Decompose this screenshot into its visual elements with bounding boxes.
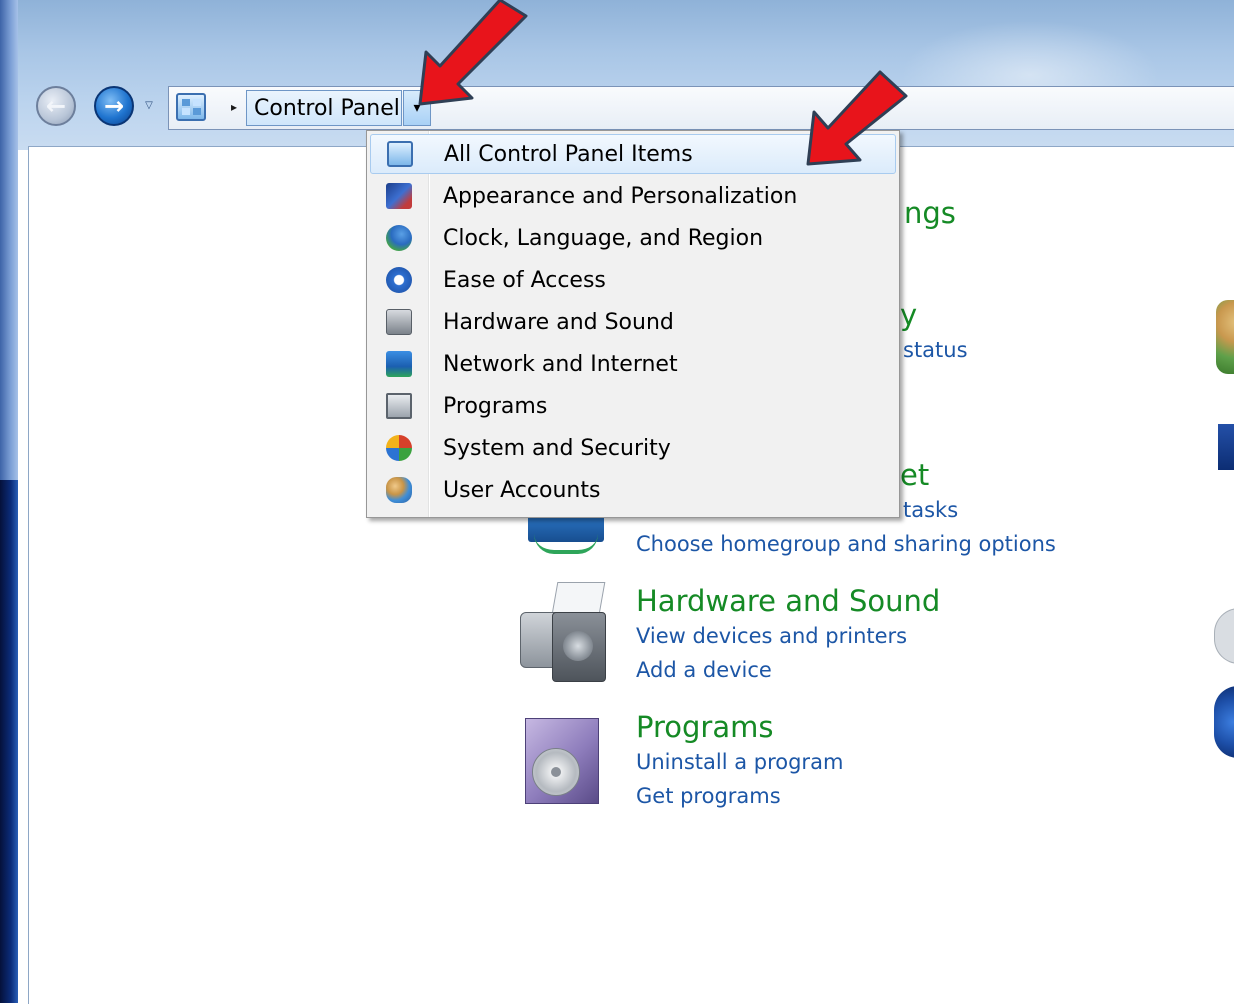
menu-item-label: Hardware and Sound: [443, 309, 674, 335]
ease-of-access-icon: [1214, 686, 1234, 758]
menu-item-label: Ease of Access: [443, 267, 606, 293]
clock-globe-icon: [386, 225, 412, 251]
category-title-fragment[interactable]: et: [900, 458, 929, 492]
menu-item-ease-of-access[interactable]: Ease of Access: [370, 260, 896, 300]
programs-icon: [386, 393, 412, 419]
menu-item-system-security[interactable]: System and Security: [370, 428, 896, 468]
category-link-fragment[interactable]: status: [903, 338, 968, 362]
menu-item-label: Appearance and Personalization: [443, 183, 798, 209]
menu-item-clock-language-region[interactable]: Clock, Language, and Region: [370, 218, 896, 258]
appearance-monitor-icon: [1218, 424, 1234, 470]
forward-button[interactable]: →: [94, 86, 134, 126]
category-title-fragment[interactable]: ngs: [904, 196, 956, 230]
menu-item-label: User Accounts: [443, 477, 601, 503]
forward-arrow-icon: →: [103, 92, 125, 120]
back-arrow-icon: ←: [45, 92, 67, 120]
dropdown-arrow-icon: ▾: [413, 100, 421, 116]
network-cable-icon: [534, 534, 598, 554]
hardware-icon: [386, 309, 412, 335]
network-icon: [386, 351, 412, 377]
menu-item-label: Programs: [443, 393, 548, 419]
category-title-fragment[interactable]: y: [900, 298, 917, 332]
window-left-frame-highlight: [0, 0, 18, 480]
link-get-programs[interactable]: Get programs: [636, 784, 781, 808]
menu-item-label: System and Security: [443, 435, 671, 461]
chevron-right-icon: ▸: [230, 100, 238, 114]
menu-item-user-accounts[interactable]: User Accounts: [370, 470, 896, 510]
recent-pages-button[interactable]: ▽: [142, 98, 156, 112]
category-title-hardware[interactable]: Hardware and Sound: [636, 584, 940, 618]
menu-item-all-control-panel-items[interactable]: All Control Panel Items: [370, 134, 896, 174]
menu-item-hardware-sound[interactable]: Hardware and Sound: [370, 302, 896, 342]
category-link-fragment[interactable]: tasks: [903, 498, 958, 522]
breadcrumb-label: Control Panel: [254, 95, 400, 121]
menu-item-label: Network and Internet: [443, 351, 678, 377]
menu-item-label: All Control Panel Items: [444, 141, 693, 167]
user-accounts-icon: [1216, 300, 1234, 374]
link-add-device[interactable]: Add a device: [636, 658, 772, 682]
disc-icon: [532, 748, 580, 796]
chevron-down-icon: ▽: [145, 99, 153, 111]
breadcrumb-dropdown-button[interactable]: ▾: [403, 90, 431, 126]
network-link-homegroup[interactable]: Choose homegroup and sharing options: [636, 532, 1056, 556]
category-title-programs[interactable]: Programs: [636, 710, 773, 744]
security-icon: [386, 435, 412, 461]
link-uninstall-program[interactable]: Uninstall a program: [636, 750, 843, 774]
breadcrumb-control-panel[interactable]: Control Panel: [246, 90, 402, 126]
link-view-devices[interactable]: View devices and printers: [636, 624, 907, 648]
menu-item-label: Clock, Language, and Region: [443, 225, 764, 251]
ease-of-access-icon: [386, 267, 412, 293]
appearance-icon: [386, 183, 412, 209]
back-button[interactable]: ←: [36, 86, 76, 126]
control-panel-icon: [176, 93, 206, 121]
menu-item-network-internet[interactable]: Network and Internet: [370, 344, 896, 384]
control-panel-icon: [387, 141, 413, 167]
menu-item-programs[interactable]: Programs: [370, 386, 896, 426]
menu-item-appearance[interactable]: Appearance and Personalization: [370, 176, 896, 216]
breadcrumb-chevron-icon[interactable]: ▸: [228, 97, 240, 117]
speaker-icon: [552, 612, 606, 682]
user-accounts-icon: [386, 477, 412, 503]
